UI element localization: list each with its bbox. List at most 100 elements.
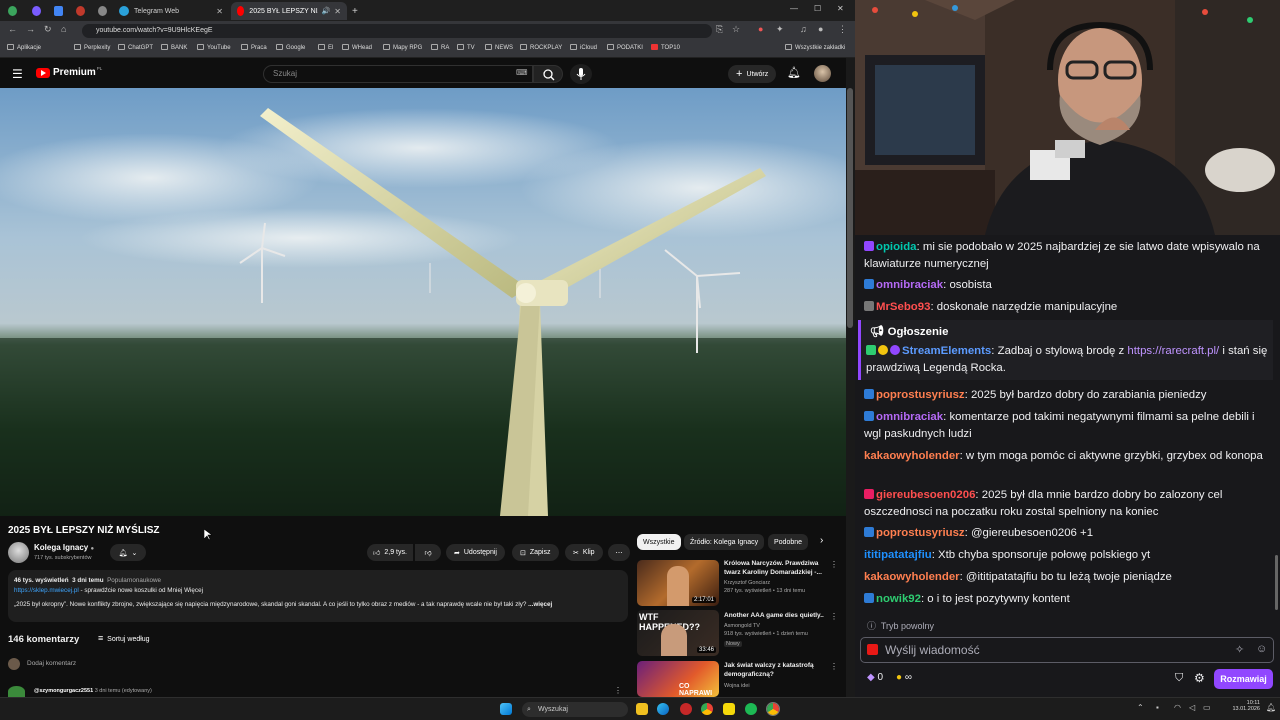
url-field[interactable]: youtube.com/watch?v=9U9HlcKEegE [82, 24, 712, 38]
tray-chevron-icon[interactable]: ⌃ [1137, 703, 1144, 712]
emote-picker-icon[interactable]: ☺ [1256, 643, 1267, 655]
chat-username[interactable]: StreamElements [902, 345, 991, 357]
tab-pinned-4[interactable] [70, 2, 90, 20]
share-button[interactable]: ➦ Udostępnij [446, 544, 505, 561]
recommendation-channel[interactable]: Wojna idei [724, 683, 828, 691]
chat-username[interactable]: poprostusyriusz [876, 527, 965, 539]
more-actions-button[interactable]: ⋯ [608, 544, 630, 561]
chevron-right-icon[interactable]: › [820, 535, 823, 546]
wifi-icon[interactable]: ◠ [1174, 703, 1181, 712]
bookmark-item[interactable]: YouTube [197, 44, 231, 51]
hamburger-menu-icon[interactable]: ☰ [12, 67, 23, 81]
chrome-active-icon[interactable] [766, 702, 780, 716]
install-icon[interactable]: ⎘ [716, 24, 723, 35]
shield-icon[interactable]: ⛉ [1175, 672, 1183, 685]
tab-telegram[interactable]: Telegram Web ✕ [113, 2, 229, 20]
chat-username[interactable]: kakaowyholender [864, 571, 960, 583]
tab-pinned-1[interactable] [2, 2, 22, 20]
chrome-icon[interactable] [701, 703, 713, 715]
profile-icon[interactable]: ● [818, 24, 823, 34]
bookmark-item[interactable]: El [318, 44, 333, 51]
recommendation-title[interactable]: Jak świat walczy z katastrofą demografic… [724, 662, 828, 679]
tab-pinned-2[interactable] [26, 2, 46, 20]
chat-username[interactable]: kakaowyholender [864, 450, 960, 462]
dislike-button[interactable]: 👎︎ [415, 544, 441, 561]
bookmark-item[interactable]: NEWS [485, 44, 513, 51]
like-button[interactable]: 👍︎ 2,9 tys. [367, 544, 413, 561]
more-icon[interactable]: ⋮ [830, 560, 838, 569]
chat-username[interactable]: nowik92 [876, 593, 921, 605]
bookmark-item[interactable]: TOP10 [651, 44, 680, 51]
magic-wand-icon[interactable]: ✧ [1235, 643, 1244, 656]
reload-icon[interactable]: ↻ [44, 24, 52, 35]
tray-app-icon[interactable]: ▪ [1156, 703, 1159, 712]
close-icon[interactable]: ✕ [216, 7, 223, 16]
page-scrollbar[interactable] [846, 58, 855, 697]
save-button[interactable]: ⊡ Zapisz [512, 544, 559, 561]
chat-scrollbar[interactable] [1274, 235, 1280, 615]
bookmark-item[interactable]: iCloud [570, 44, 597, 51]
menu-icon[interactable]: ⋮ [838, 24, 847, 35]
taskbar-search[interactable]: ⌕ Wyszukaj [522, 702, 628, 717]
bookmark-item[interactable]: Google [276, 44, 305, 51]
bookmark-item[interactable]: Perplexity [74, 44, 110, 51]
extensions-icon[interactable]: ✦ [776, 24, 784, 35]
bookmark-star-icon[interactable]: ☆ [732, 24, 740, 35]
tab-pinned-3[interactable] [48, 2, 68, 20]
new-tab-button[interactable]: + [350, 2, 364, 20]
video-player[interactable] [0, 88, 846, 516]
recommendation-title[interactable]: Another AAA game dies quietly.. [724, 612, 828, 621]
chip-source-channel[interactable]: Źródło: Kolega Ignacy [684, 534, 765, 550]
video-description[interactable]: 46 tys. wyświetleń 3 dni temu Popularnon… [8, 570, 628, 622]
chat-username[interactable]: MrSebo93 [876, 301, 930, 313]
notifications-bell-icon[interactable]: 🔔︎ [787, 66, 801, 79]
search-button[interactable] [533, 65, 563, 83]
more-icon[interactable]: ⋮ [830, 612, 838, 621]
bookmark-item[interactable]: WHead [342, 44, 372, 51]
battery-icon[interactable]: ▭ [1203, 703, 1211, 712]
media-icon[interactable]: ♫ [800, 24, 807, 34]
chip-all[interactable]: Wszystkie [637, 534, 681, 550]
extension-icon[interactable]: ● [758, 24, 763, 34]
chip-related[interactable]: Podobne [768, 534, 809, 550]
bookmark-item[interactable]: Aplikacje [7, 44, 41, 51]
all-bookmarks[interactable]: Wszystkie zakładki [785, 44, 845, 51]
recommendation-thumbnail[interactable]: CO NAPRAWI [637, 661, 719, 697]
notifications-icon[interactable]: 🔔︎ [1266, 703, 1276, 712]
recommendation-channel[interactable]: Asmongold TV [724, 623, 828, 631]
youtube-logo[interactable]: Premium PL [36, 66, 102, 78]
chat-send-button[interactable]: Rozmawiaj [1214, 669, 1273, 689]
close-icon[interactable]: ✕ [334, 7, 341, 16]
recommendation-thumbnail[interactable]: 2:17:01 [637, 560, 719, 606]
add-comment-input[interactable]: Dodaj komentarz [27, 660, 76, 667]
chat-username[interactable]: ititipatatajfiu [864, 549, 932, 561]
volume-icon[interactable]: ◁ [1189, 703, 1195, 712]
keyboard-icon[interactable]: ⌨ [516, 68, 528, 77]
opera-icon[interactable] [680, 703, 692, 715]
clip-button[interactable]: ✂ Klip [565, 544, 603, 561]
channel-name[interactable]: Kolega Ignacy ● [34, 543, 94, 552]
announcement-link[interactable]: https://rarecraft.pl/ [1127, 345, 1219, 357]
more-link[interactable]: ...więcej [528, 601, 552, 608]
chat-username[interactable]: omnibraciak [876, 279, 943, 291]
comment-menu-icon[interactable]: ⋮ [614, 686, 622, 695]
back-icon[interactable]: ← [8, 24, 17, 34]
subscribe-bell-button[interactable]: 🔔︎ ⌄ [110, 544, 146, 561]
settings-gear-icon[interactable]: ⚙ [1194, 671, 1205, 685]
chat-username[interactable]: omnibraciak [876, 411, 943, 423]
recommendation-thumbnail[interactable]: WTF HAPPENED?? 33:46 [637, 610, 719, 656]
bookmark-item[interactable]: PODATKI [607, 44, 643, 51]
voice-search-button[interactable] [570, 64, 592, 84]
file-explorer-icon[interactable] [636, 703, 648, 715]
notes-icon[interactable] [723, 703, 735, 715]
search-input[interactable]: Szukaj [263, 65, 533, 83]
chat-input[interactable]: Wyślij wiadomość ✧ ☺ [860, 637, 1274, 663]
sort-comments-button[interactable]: ≡ Sortuj według [98, 633, 150, 643]
recommendation-channel[interactable]: Krzysztof Gonciarz [724, 580, 828, 588]
windows-start-icon[interactable] [500, 703, 512, 715]
bookmark-item[interactable]: Mapy RPG [383, 44, 422, 51]
create-button[interactable]: + Utwórz [728, 65, 777, 83]
scrollbar-thumb[interactable] [847, 88, 853, 328]
minimize-icon[interactable]: — [790, 4, 798, 13]
chat-username[interactable]: opioida [876, 241, 917, 253]
